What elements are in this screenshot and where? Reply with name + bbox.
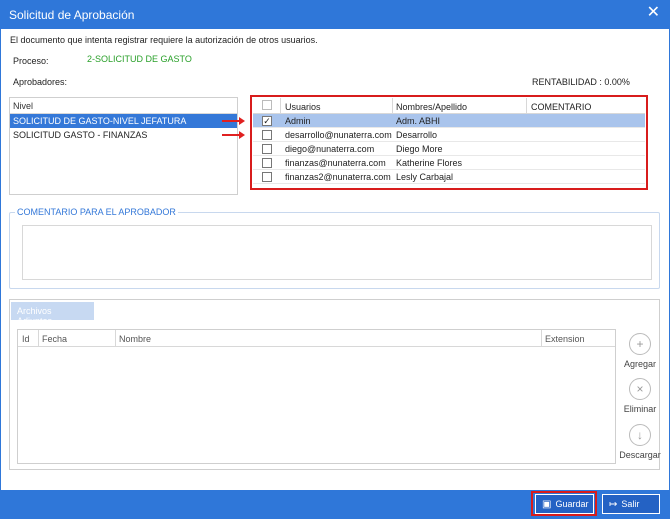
annotation-arrow <box>222 117 245 125</box>
user-checkbox[interactable] <box>262 158 272 168</box>
header-id[interactable]: Id <box>22 334 30 344</box>
file-add-icon: + <box>629 333 651 355</box>
user-row[interactable]: finanzas2@nunaterra.com Lesly Carbajal <box>253 170 645 184</box>
user-usuario: diego@nunaterra.com <box>285 144 375 154</box>
user-usuario: finanzas2@nunaterra.com <box>285 172 391 182</box>
eliminar-label: Eliminar <box>623 404 657 414</box>
salir-label: Salir <box>621 499 640 509</box>
user-nombre: Lesly Carbajal <box>396 172 454 182</box>
save-icon: ▣ <box>542 499 552 510</box>
agregar-button[interactable]: + Agregar <box>617 333 663 369</box>
adjuntos-grid: Id Fecha Nombre Extension <box>17 329 616 464</box>
nivel-row[interactable]: SOLICITUD DE GASTO-NIVEL JEFATURA <box>10 114 237 128</box>
nivel-grid: Nivel SOLICITUD DE GASTO-NIVEL JEFATURA … <box>9 97 238 195</box>
user-usuario: finanzas@nunaterra.com <box>285 158 386 168</box>
salir-button[interactable]: ↦ Salir <box>602 494 660 514</box>
close-icon[interactable]: ✕ <box>647 5 660 21</box>
user-checkbox[interactable] <box>262 130 272 140</box>
header-nombres[interactable]: Nombres/Apellido <box>396 102 467 112</box>
aprobadores-label: Aprobadores: <box>13 77 68 87</box>
user-checkbox[interactable]: ✓ <box>262 116 272 126</box>
select-all-checkbox[interactable] <box>262 100 272 110</box>
nivel-header: Nivel <box>10 98 237 114</box>
tab-archivos-adjuntos[interactable]: Archivos Adjuntos <box>11 302 94 326</box>
users-grid-header: Usuarios Nombres/Apellido COMENTARIO <box>253 98 645 114</box>
guardar-button[interactable]: ▣ Guardar <box>535 494 594 514</box>
header-extension[interactable]: Extension <box>545 334 585 344</box>
header-comentario[interactable]: COMENTARIO <box>531 102 591 112</box>
column-divider <box>541 330 542 347</box>
header-nombre[interactable]: Nombre <box>119 334 151 344</box>
annotation-arrow <box>222 131 245 139</box>
guardar-label: Guardar <box>555 499 589 509</box>
info-text: El documento que intenta registrar requi… <box>10 35 318 45</box>
rentabilidad-text: RENTABILIDAD : 0.00% <box>532 77 630 87</box>
adjuntos-grid-header: Id Fecha Nombre Extension <box>18 330 615 347</box>
window-title: Solicitud de Aprobación <box>9 8 135 22</box>
column-divider <box>280 98 281 114</box>
agregar-label: Agregar <box>623 359 657 369</box>
user-nombre: Katherine Flores <box>396 158 463 168</box>
user-row[interactable]: diego@nunaterra.com Diego More <box>253 142 645 156</box>
user-nombre: Adm. ABHI <box>396 116 441 126</box>
column-divider <box>392 98 393 114</box>
user-checkbox[interactable] <box>262 144 272 154</box>
user-row[interactable]: ✓ Admin Adm. ABHI <box>253 114 645 128</box>
user-row[interactable]: finanzas@nunaterra.com Katherine Flores <box>253 156 645 170</box>
eliminar-button[interactable]: × Eliminar <box>617 378 663 414</box>
nivel-row[interactable]: SOLICITUD GASTO - FINANZAS <box>10 128 237 142</box>
exit-icon: ↦ <box>609 499 618 510</box>
user-checkbox[interactable] <box>262 172 272 182</box>
user-usuario: Admin <box>285 116 311 126</box>
users-highlight-box: Usuarios Nombres/Apellido COMENTARIO ✓ A… <box>250 95 648 190</box>
column-divider <box>526 98 527 114</box>
user-row[interactable]: desarrollo@nunaterra.com Desarrollo <box>253 128 645 142</box>
header-fecha[interactable]: Fecha <box>42 334 67 344</box>
column-divider <box>38 330 39 347</box>
header-usuarios[interactable]: Usuarios <box>285 102 321 112</box>
proceso-label: Proceso: <box>13 56 49 66</box>
users-grid: Usuarios Nombres/Apellido COMENTARIO ✓ A… <box>253 98 645 187</box>
user-nombre: Diego More <box>396 144 443 154</box>
user-usuario: desarrollo@nunaterra.com <box>285 130 392 140</box>
comentario-textarea[interactable] <box>22 225 652 280</box>
comentario-legend: COMENTARIO PARA EL APROBADOR <box>15 207 178 217</box>
proceso-value: 2-SOLICITUD DE GASTO <box>87 54 192 64</box>
user-nombre: Desarrollo <box>396 130 438 140</box>
descargar-button[interactable]: ↓ Descargar <box>617 424 663 460</box>
file-download-icon: ↓ <box>629 424 651 446</box>
window-titlebar: Solicitud de Aprobación ✕ <box>0 0 670 29</box>
file-delete-icon: × <box>629 378 651 400</box>
column-divider <box>115 330 116 347</box>
descargar-label: Descargar <box>619 450 661 460</box>
